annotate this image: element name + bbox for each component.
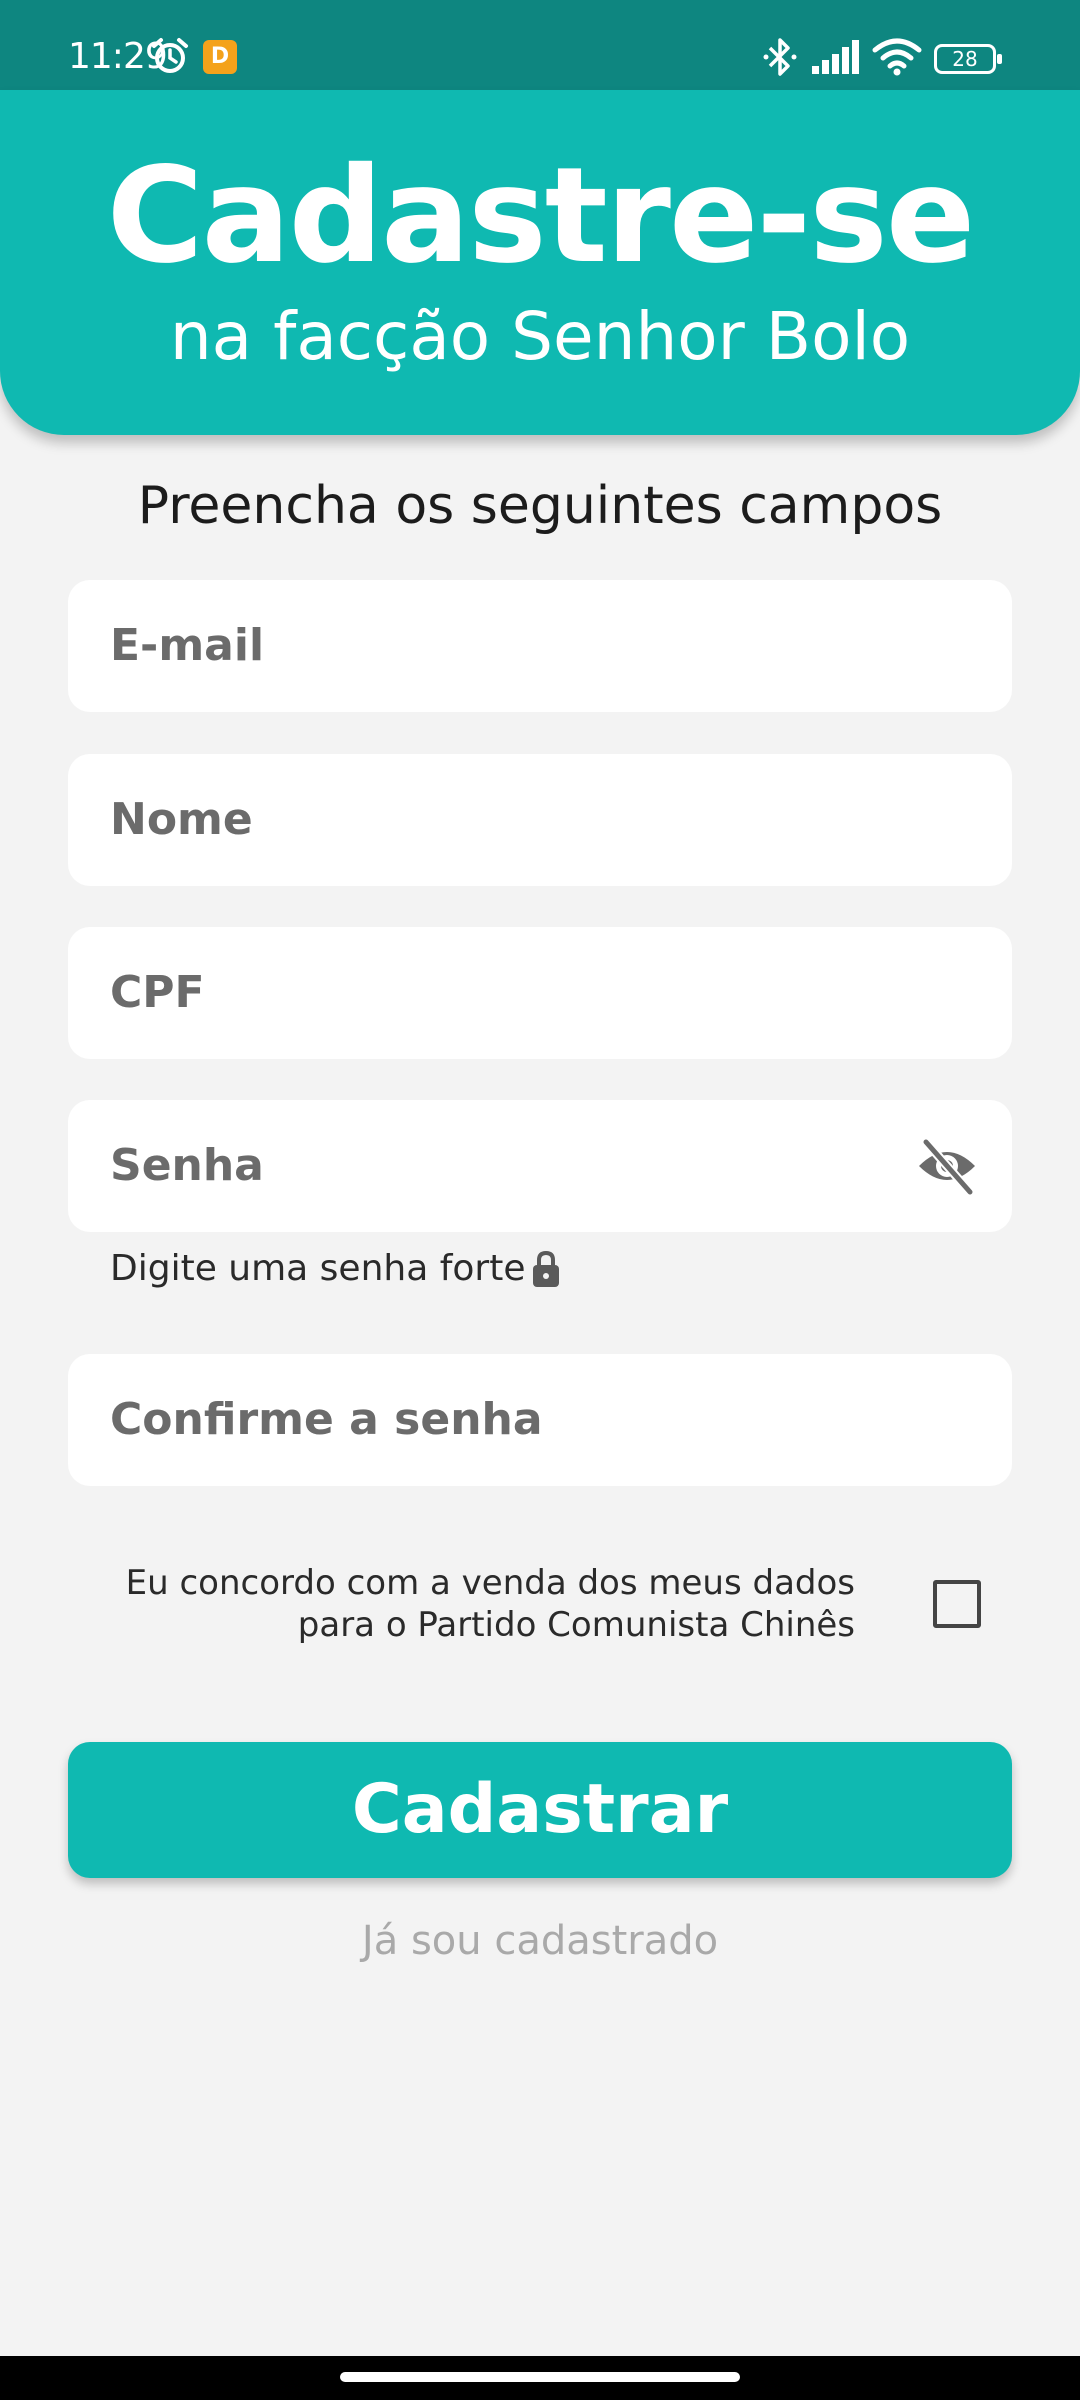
name-field[interactable]: Nome xyxy=(68,754,1012,886)
battery-icon: 28 xyxy=(934,44,1002,74)
header-banner: Cadastre-se na facção Senhor Bolo xyxy=(0,90,1080,435)
app-notification-icon: D xyxy=(203,40,237,74)
bluetooth-icon xyxy=(763,38,797,76)
password-hint: Digite uma senha forte xyxy=(110,1248,526,1289)
alarm-icon xyxy=(152,38,188,73)
navigation-bar xyxy=(0,2356,1080,2400)
cpf-placeholder: CPF xyxy=(110,967,205,1018)
page-subtitle: na facção Senhor Bolo xyxy=(169,298,911,375)
form-instructions: Preencha os seguintes campos xyxy=(137,476,943,536)
password-field[interactable]: Senha xyxy=(68,1100,1012,1232)
already-registered-link[interactable]: Já sou cadastrado xyxy=(0,1918,1080,1964)
consent-text: Eu concordo com a venda dos meus dados p… xyxy=(80,1562,855,1646)
consent-line-2: para o Partido Comunista Chinês xyxy=(297,1605,855,1645)
register-button[interactable]: Cadastrar xyxy=(68,1742,1012,1878)
eye-off-icon[interactable] xyxy=(916,1136,978,1196)
home-indicator[interactable] xyxy=(340,2372,740,2382)
page-title: Cadastre-se xyxy=(106,139,976,293)
consent-checkbox[interactable] xyxy=(933,1580,981,1628)
email-placeholder: E-mail xyxy=(110,620,265,671)
email-field[interactable]: E-mail xyxy=(68,580,1012,712)
confirm-password-placeholder: Confirme a senha xyxy=(110,1394,543,1445)
status-bar: 11:29 D 28 xyxy=(0,0,1080,100)
cpf-field[interactable]: CPF xyxy=(68,927,1012,1059)
password-placeholder: Senha xyxy=(110,1140,264,1191)
name-placeholder: Nome xyxy=(110,794,253,845)
consent-line-1: Eu concordo com a venda dos meus dados xyxy=(125,1563,855,1603)
lock-icon xyxy=(533,1250,559,1287)
wifi-icon xyxy=(872,38,922,76)
confirm-password-field[interactable]: Confirme a senha xyxy=(68,1354,1012,1486)
signal-icon xyxy=(812,40,859,74)
